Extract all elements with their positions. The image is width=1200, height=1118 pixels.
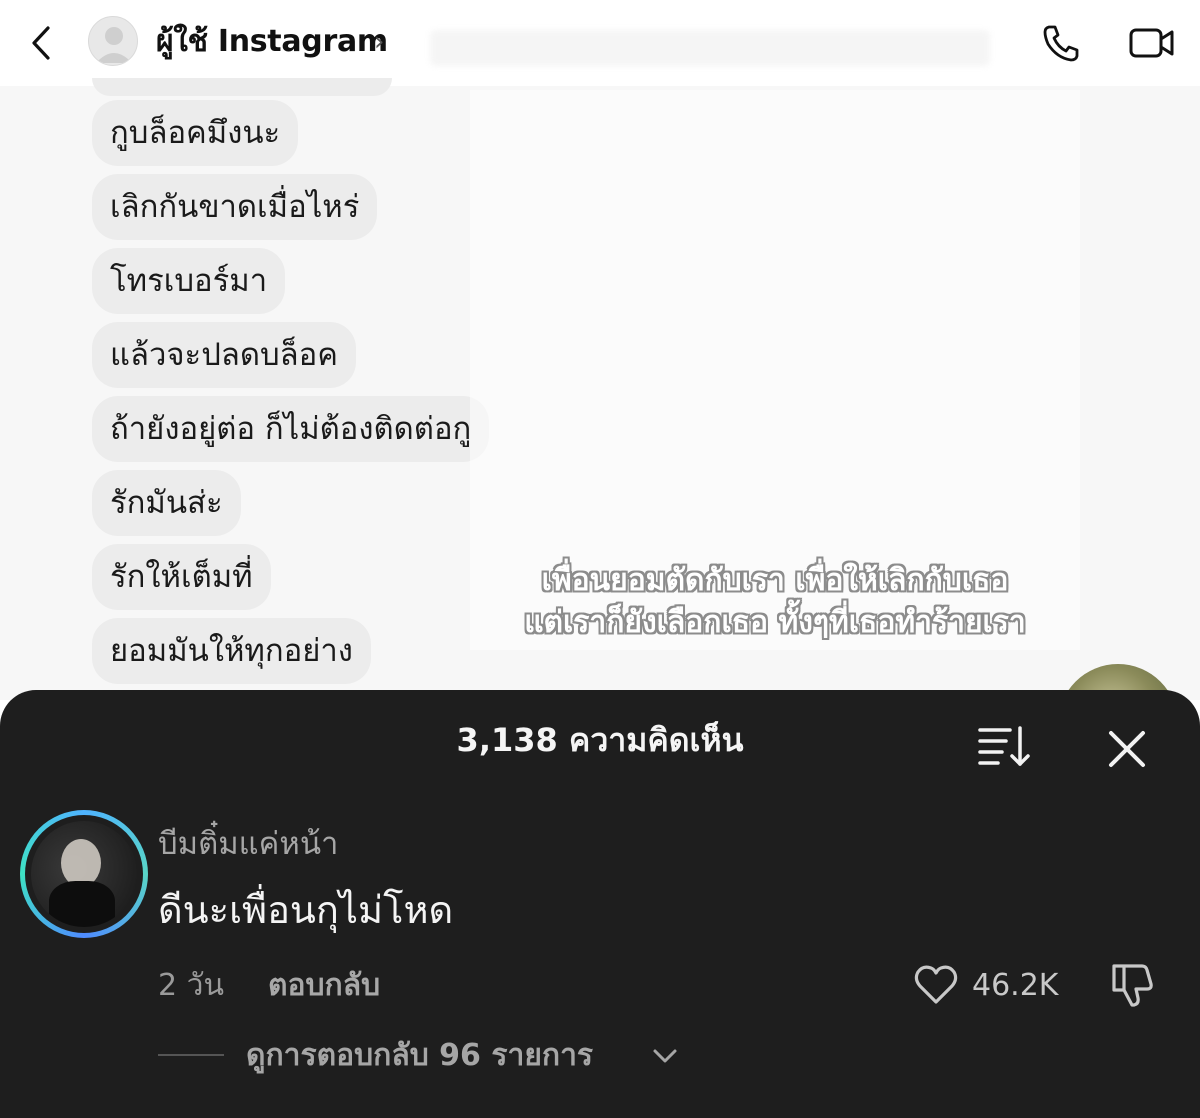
- message-bubble: รักมันส่ะ: [92, 470, 241, 536]
- chat-header: ผู้ใช้ Instagram ›: [0, 0, 1200, 86]
- sort-icon[interactable]: [976, 724, 1034, 768]
- replies-divider: [158, 1054, 224, 1056]
- message-bubble: แล้วจะปลดบล็อค: [92, 322, 357, 388]
- close-icon[interactable]: [1106, 728, 1148, 770]
- like-count: 46.2K: [972, 968, 1059, 1003]
- message-bubble: รักให้เต็มที่: [92, 544, 271, 610]
- comments-sheet: 3,138 ความคิดเห็น บีมติ๋มแค่หน้า ดีนะเพื…: [0, 690, 1200, 1118]
- user-placeholder-icon: [96, 27, 132, 63]
- caption-line-2: แต่เราก็ยังเลือกเธอ ทั้งๆที่เธอทำร้ายเรา: [524, 605, 1026, 640]
- caption-line-1: เพื่อนยอมตัดกับเรา เพื่อให้เลิกกับเธอ: [541, 563, 1009, 598]
- comment-username[interactable]: บีมติ๋มแค่หน้า: [158, 824, 338, 864]
- avatar-photo: [31, 821, 137, 927]
- message-bubble: โทรเบอร์มา: [92, 248, 286, 314]
- comment-timestamp: 2 วัน: [158, 968, 224, 1003]
- message-bubble: เลิกกันขาดเมื่อไหร่: [92, 174, 378, 240]
- header-chevron-icon[interactable]: ›: [374, 28, 384, 56]
- chat-screenshot: ผู้ใช้ Instagram › กูบล็อคมึงนะ เลิกกันข…: [0, 0, 1200, 700]
- blurred-region: [430, 30, 990, 66]
- phone-icon[interactable]: [1040, 22, 1082, 64]
- comment-text: ดีนะเพื่อนกุไม่โหด: [158, 888, 454, 932]
- message-bubble: ถ้ายังอยู่ต่อ ก็ไม่ต้องติดต่อกู: [92, 396, 490, 462]
- header-avatar[interactable]: [88, 16, 138, 66]
- video-caption: เพื่อนยอมตัดกับเรา เพื่อให้เลิกกับเธอ แต…: [490, 560, 1060, 644]
- chat-username[interactable]: ผู้ใช้ Instagram: [156, 23, 388, 61]
- message-bubble-partial: [92, 78, 392, 96]
- video-camera-icon[interactable]: [1128, 24, 1176, 62]
- commenter-avatar[interactable]: [20, 810, 148, 938]
- reply-button[interactable]: ตอบกลับ: [268, 966, 380, 1006]
- chevron-down-icon[interactable]: [652, 1046, 678, 1066]
- message-bubble: กูบล็อคมึงนะ: [92, 100, 299, 166]
- thumbs-down-icon[interactable]: [1108, 960, 1158, 1008]
- message-bubble: ยอมมันให้ทุกอย่าง: [92, 618, 371, 684]
- view-replies-button[interactable]: ดูการตอบกลับ 96 รายการ: [246, 1036, 593, 1076]
- heart-icon[interactable]: [912, 962, 960, 1006]
- back-chevron-icon[interactable]: [26, 24, 58, 62]
